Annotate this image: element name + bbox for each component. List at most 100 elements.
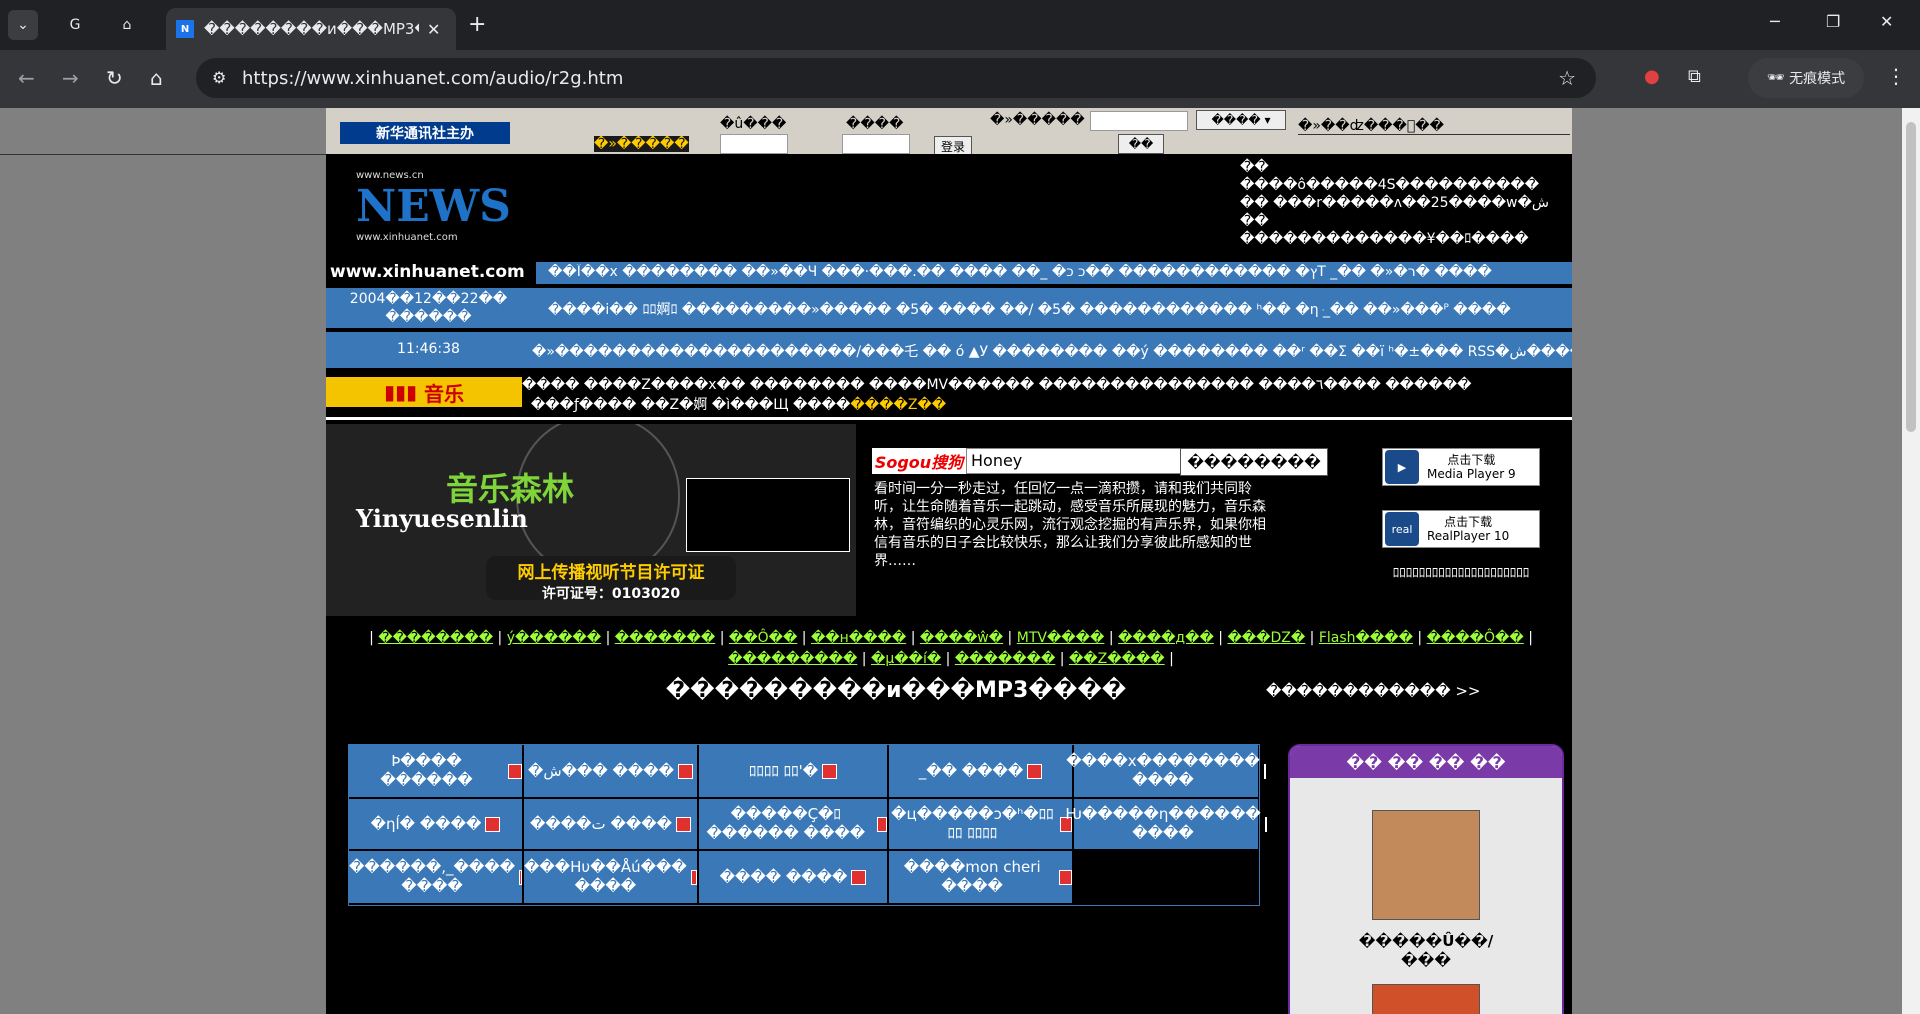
song-cell[interactable]: Þ���� ������: [349, 745, 522, 797]
museum-icon[interactable]: ⌂: [112, 10, 142, 40]
song-cell[interactable]: �ц�����ɔ�ʰ�ﾛﾛﾛﾛ ﾛﾛﾛﾛ: [889, 799, 1072, 849]
song-cell[interactable]: Ƕ�����η������ ����: [1065, 799, 1267, 849]
category-link[interactable]: MTV����: [1017, 630, 1105, 646]
nav-links-1[interactable]: ��Ï��x �������� ��»��Ч ���·���.�� ���� �…: [548, 264, 1572, 280]
sogou-search-input[interactable]: Honey: [966, 448, 1182, 474]
song-cell[interactable]: �����Ç�ﾛ������ ����: [699, 799, 887, 849]
music-subnav-highlight[interactable]: ����Z��: [850, 397, 946, 413]
category-link[interactable]: ���DZ�: [1227, 630, 1305, 646]
category-link[interactable]: ����Ô��: [1427, 630, 1524, 646]
download-icon[interactable]: [851, 869, 867, 885]
category-link[interactable]: ��������: [378, 630, 493, 646]
category-link[interactable]: ����д��: [1118, 630, 1214, 646]
menu-icon[interactable]: ⋮: [1886, 64, 1906, 88]
bookmark-star-icon[interactable]: ☆: [1558, 66, 1576, 90]
news-logo[interactable]: www.news.cn NEWS www.xinhuanet.com: [356, 170, 511, 250]
song-cell[interactable]: �ηĺ� ����: [349, 799, 522, 849]
password-input[interactable]: [842, 134, 910, 154]
xinhua-logo[interactable]: 新华通讯社主办: [340, 122, 510, 144]
song-title[interactable]: ���Hυ��Åú��� ����: [524, 858, 687, 896]
song-title[interactable]: �����Ç�ﾛ������ ����: [699, 805, 873, 843]
window-close-icon[interactable]: ✕: [1880, 12, 1893, 31]
singer-name[interactable]: �����Û��/ ���: [1290, 932, 1562, 970]
singer-name-line[interactable]: �����Û��/: [1290, 932, 1562, 951]
category-link[interactable]: Flash����: [1319, 630, 1413, 646]
tab-active[interactable]: N ��������и���MP3�� ✕: [166, 8, 456, 50]
address-bar[interactable]: ⚙ https://www.xinhuanet.com/audio/r2g.ht…: [196, 58, 1596, 98]
nav-links-3[interactable]: �»���������������������/���乇 �� ό ▲У ���…: [532, 341, 1572, 361]
song-title[interactable]: ����mon cheri ����: [889, 858, 1055, 896]
search-select[interactable]: ���� ▾: [1196, 110, 1286, 130]
music-subnav-line[interactable]: ���� ����Z����x�� �������� ����MV������ …: [522, 375, 1572, 395]
download-mediaplayer-button[interactable]: ▶ 点击下载 Media Player 9: [1382, 448, 1540, 486]
download-icon[interactable]: [519, 869, 522, 885]
music-subnav-line[interactable]: ���ƒ���� ��Z�婀 �ì���Щ ��������Z��: [522, 395, 1572, 415]
song-title[interactable]: Ƕ�����η������ ����: [1065, 805, 1260, 843]
scrollbar[interactable]: [1902, 108, 1920, 1014]
song-cell[interactable]: ����x�������� ����: [1066, 745, 1266, 797]
category-link[interactable]: ���������: [728, 651, 857, 667]
song-title[interactable]: ���� ����: [720, 868, 848, 887]
music-subnav-links[interactable]: ���ƒ���� ��Z�婀 �ì���Щ ����: [531, 397, 850, 413]
scrollbar-thumb[interactable]: [1906, 122, 1916, 432]
song-title[interactable]: ﾛﾛﾛﾛ ﾛﾛ'�: [749, 762, 818, 781]
download-icon[interactable]: [485, 816, 501, 832]
song-cell[interactable]: ������,_���� ����: [349, 851, 522, 903]
google-icon[interactable]: G: [60, 10, 90, 40]
singer-name-line[interactable]: ���: [1290, 951, 1562, 970]
new-tab-button[interactable]: +: [468, 12, 486, 37]
register-label[interactable]: �»�����: [594, 136, 689, 152]
download-icon[interactable]: [1263, 763, 1266, 779]
singer-photo[interactable]: [1372, 810, 1480, 920]
incognito-badge[interactable]: 🕶 无痕模式: [1748, 58, 1864, 98]
song-cell[interactable]: ���Hυ��Åú��� ����: [524, 851, 697, 903]
nav-links-2[interactable]: ����i�� ﾛﾛ婀ﾛ ���������»����� �5� ���� ��…: [548, 299, 1564, 319]
download-icon[interactable]: [1027, 763, 1043, 779]
song-title[interactable]: �ηĺ� ����: [371, 815, 482, 834]
download-icon[interactable]: [678, 763, 694, 779]
download-icon[interactable]: [822, 763, 838, 779]
site-search-input[interactable]: [1090, 111, 1188, 131]
singer-photo[interactable]: [1372, 984, 1480, 1014]
category-link[interactable]: ��Z����: [1069, 651, 1165, 667]
close-icon[interactable]: ✕: [427, 20, 440, 39]
song-title[interactable]: Þ���� ������: [349, 752, 504, 790]
song-title[interactable]: _�� ����: [919, 762, 1024, 781]
site-domain[interactable]: www.xinhuanet.com: [326, 262, 540, 284]
category-link[interactable]: ����ŵ�: [920, 630, 1003, 646]
download-realplayer-button[interactable]: real 点击下载 RealPlayer 10: [1382, 510, 1540, 548]
song-cell[interactable]: _�� ����: [889, 745, 1072, 797]
song-title[interactable]: ������,_���� ����: [349, 858, 515, 896]
download-icon[interactable]: [1059, 869, 1072, 885]
url-text[interactable]: https://www.xinhuanet.com/audio/r2g.htm: [242, 68, 623, 89]
song-title[interactable]: �ц�����ɔ�ʰ�ﾛﾛﾛﾛ ﾛﾛﾛﾛ: [889, 805, 1056, 843]
mail-link[interactable]: �»��ʣ���ͨ��: [1298, 118, 1570, 135]
sogou-logo[interactable]: Sogou搜狗: [872, 448, 966, 474]
category-link[interactable]: ý������: [507, 630, 601, 646]
sogou-search-button[interactable]: ��������: [1180, 448, 1328, 476]
category-link[interactable]: ��н����: [811, 630, 906, 646]
ublock-icon[interactable]: ●: [1644, 66, 1660, 87]
song-title[interactable]: ����x�������� ����: [1066, 752, 1259, 790]
login-button[interactable]: 登录: [934, 136, 972, 156]
song-cell[interactable]: ����ت ����: [524, 799, 697, 849]
minimize-icon[interactable]: ─: [1770, 12, 1780, 31]
download-icon[interactable]: [675, 816, 691, 832]
tab-search-button[interactable]: ⌄: [8, 10, 38, 40]
song-cell[interactable]: ﾛﾛﾛﾛ ﾛﾛ'�: [699, 745, 887, 797]
username-input[interactable]: [720, 134, 788, 154]
more-link[interactable]: ������������ >>: [1266, 682, 1480, 700]
restore-icon[interactable]: ❐: [1826, 12, 1840, 31]
song-cell[interactable]: ���� ����: [699, 851, 887, 903]
download-icon[interactable]: [876, 816, 887, 832]
search-button[interactable]: ��: [1118, 134, 1164, 154]
category-link[interactable]: �������: [955, 651, 1056, 667]
reload-icon[interactable]: ↻: [106, 66, 123, 90]
category-link[interactable]: �µ��í�: [871, 651, 941, 667]
back-icon[interactable]: ←: [18, 66, 35, 90]
song-cell[interactable]: �ش��� ����: [524, 745, 697, 797]
download-icon[interactable]: [690, 869, 697, 885]
category-link[interactable]: �������: [615, 630, 716, 646]
extensions-icon[interactable]: ⧉: [1688, 66, 1701, 87]
song-title[interactable]: �ش��� ����: [528, 762, 674, 781]
